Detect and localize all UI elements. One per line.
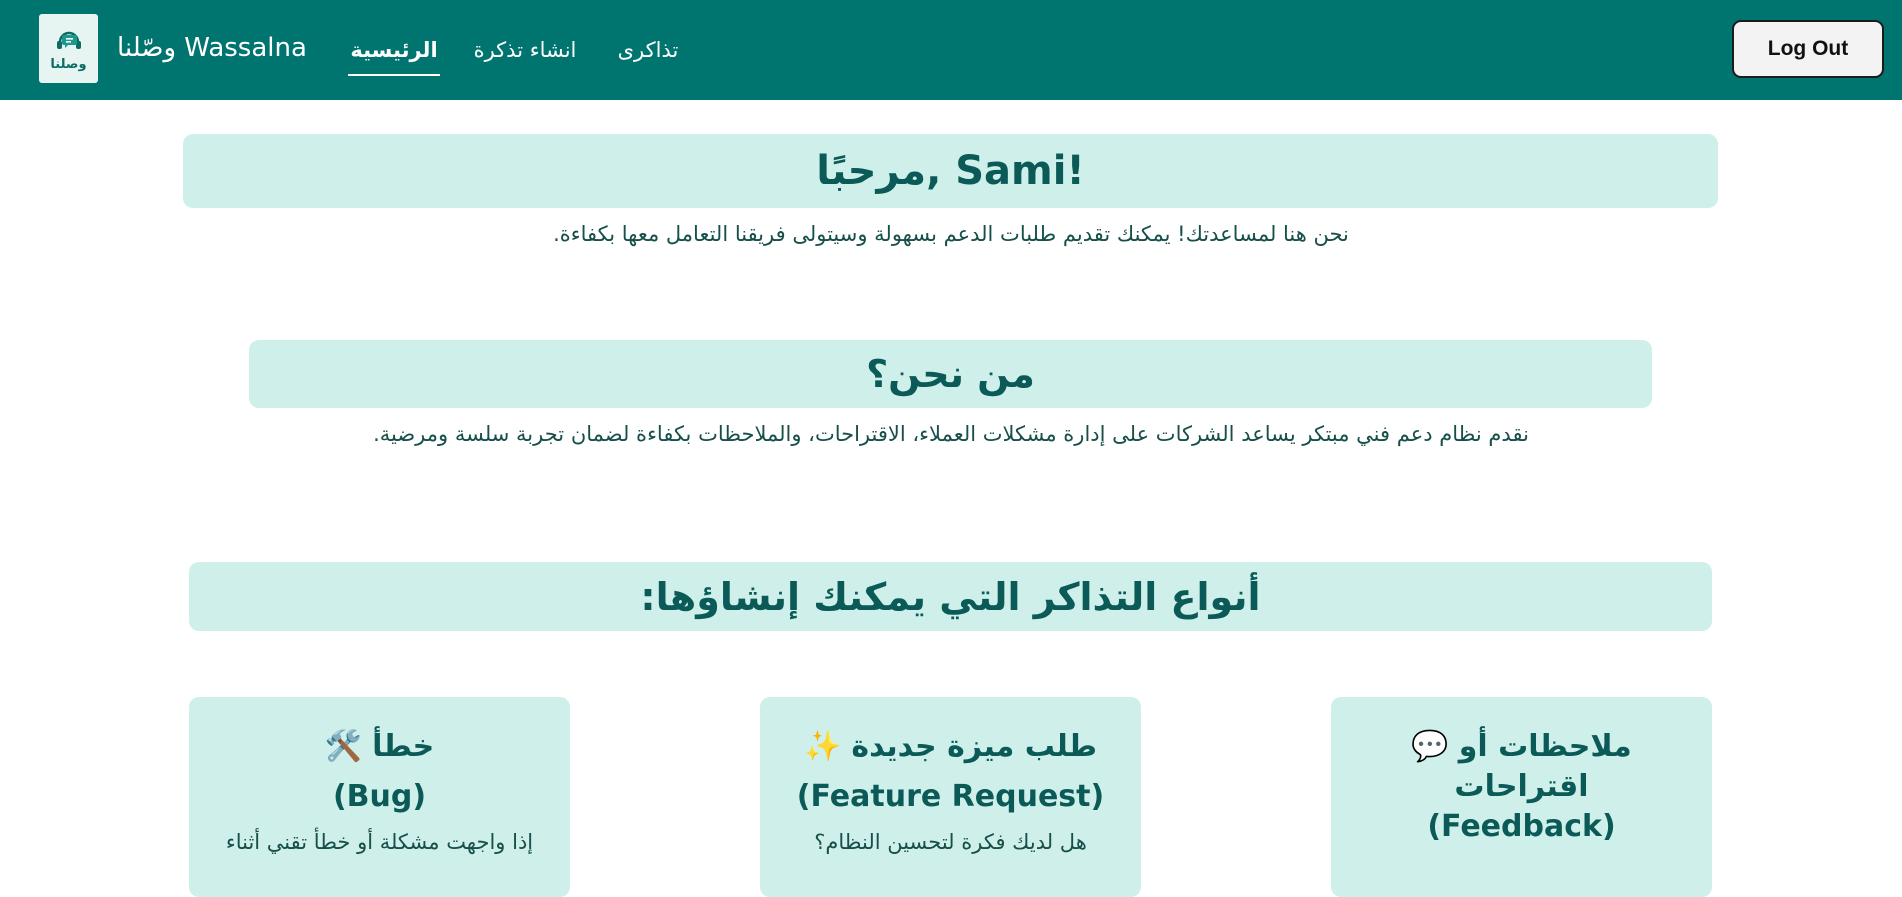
card-title: طلب ميزة جديدة [851,729,1097,764]
about-title: من نحن؟ [866,352,1035,396]
ticket-type-card-feature-request[interactable]: ✨ طلب ميزة جديدة (Feature Request) هل لد… [760,697,1141,897]
card-title-row: 💬 ملاحظات أو [1331,727,1712,767]
tools-icon: 🛠️ [324,729,363,764]
card-title-row: 🛠️ خطأ [189,727,570,767]
card-title-row: ✨ طلب ميزة جديدة [760,727,1141,767]
card-subtitle: (Bug) [332,779,427,814]
nav-link-create-ticket[interactable]: انشاء تذكرة [472,30,578,70]
ticket-type-card-bug[interactable]: 🛠️ خطأ (Bug) إذا واجهت مشكلة أو خطأ تقني… [189,697,570,897]
speech-bubble-icon: 💬 [1411,729,1449,764]
welcome-heading: مرحبًا, Sami! [183,134,1718,208]
card-description: إذا واجهت مشكلة أو خطأ تقني أثناء [225,830,534,854]
brand-name[interactable]: وصّلنا Wassalna [117,28,307,68]
card-description: هل لديك فكرة لتحسين النظام؟ [814,830,1087,854]
top-navbar: وصلنا وصّلنا Wassalna الرئيسية انشاء تذك… [0,0,1902,100]
card-subtitle: (Feedback) [1427,809,1616,844]
ticket-types-title: أنواع التذاكر التي يمكنك إنشاؤها: [640,574,1261,619]
welcome-title: مرحبًا, Sami! [816,148,1085,194]
welcome-text: نحن هنا لمساعدتك! يمكنك تقديم طلبات الدع… [553,222,1349,246]
about-heading: من نحن؟ [249,340,1652,408]
about-text: نقدم نظام دعم فني مبتكر يساعد الشركات عل… [373,422,1529,446]
card-title: ملاحظات أو [1458,729,1632,764]
card-title-line2: اقتراحات [1454,769,1589,804]
logo-label: وصلنا [50,57,87,72]
card-subtitle: (Feature Request) [796,779,1105,814]
headset-chat-icon [56,31,81,49]
nav-link-tickets[interactable]: تذاكرى [614,30,682,70]
logout-button[interactable]: Log Out [1732,20,1884,78]
app-logo[interactable]: وصلنا [39,14,98,83]
ticket-types-heading: أنواع التذاكر التي يمكنك إنشاؤها: [189,562,1712,631]
ticket-type-card-feedback[interactable]: 💬 ملاحظات أو اقتراحات (Feedback) [1331,697,1712,897]
sparkles-icon: ✨ [804,729,842,764]
card-title: خطأ [372,729,435,764]
nav-link-home[interactable]: الرئيسية [348,30,440,76]
